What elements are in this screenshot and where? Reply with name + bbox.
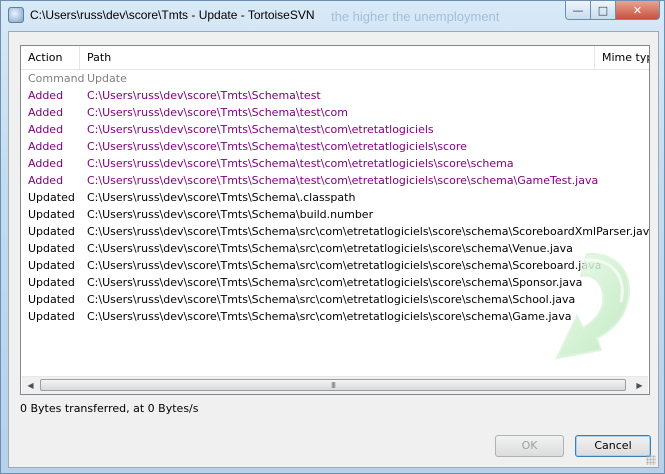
window-controls: — □ ✕ xyxy=(565,1,660,20)
row-action: Added xyxy=(28,123,64,136)
update-list[interactable]: Action Path Mime type CommandUpdateAdded… xyxy=(20,45,650,395)
window-title: C:\Users\russ\dev\score\Tmts - Update - … xyxy=(30,8,315,22)
row-path: C:\Users\russ\dev\score\Tmts\Schema\.cla… xyxy=(87,191,356,204)
minimize-button[interactable]: — xyxy=(565,1,591,20)
row-action: Added xyxy=(28,106,64,119)
list-item[interactable]: Command Update xyxy=(21,70,649,87)
row-path: C:\Users\russ\dev\score\Tmts\Schema\test… xyxy=(87,157,514,170)
list-item[interactable]: Added C:\Users\russ\dev\score\Tmts\Schema… xyxy=(21,87,649,104)
maximize-button[interactable]: □ xyxy=(591,1,616,20)
transfer-status: 0 Bytes transferred, at 0 Bytes/s xyxy=(20,402,199,415)
ok-button[interactable]: OK xyxy=(495,435,564,457)
row-action: Updated xyxy=(28,242,75,255)
list-item[interactable]: Added C:\Users\russ\dev\score\Tmts\Schema… xyxy=(21,121,649,138)
row-path: C:\Users\russ\dev\score\Tmts\Schema\src\… xyxy=(87,276,583,289)
dialog-client: Action Path Mime type CommandUpdateAdded… xyxy=(8,31,659,468)
row-path: C:\Users\russ\dev\score\Tmts\Schema\test… xyxy=(87,123,434,136)
scrollbar-thumb[interactable]: III xyxy=(40,379,626,391)
list-item[interactable]: Added C:\Users\russ\dev\score\Tmts\Schema… xyxy=(21,104,649,121)
title-bar[interactable]: C:\Users\russ\dev\score\Tmts - Update - … xyxy=(1,1,665,31)
list-item[interactable]: Added C:\Users\russ\dev\score\Tmts\Schema… xyxy=(21,155,649,172)
list-item[interactable]: Updated C:\Users\russ\dev\score\Tmts\Sche… xyxy=(21,189,649,206)
row-action: Updated xyxy=(28,293,75,306)
row-action: Updated xyxy=(28,276,75,289)
row-path: C:\Users\russ\dev\score\Tmts\Schema\src\… xyxy=(87,259,602,272)
row-path: C:\Users\russ\dev\score\Tmts\Schema\src\… xyxy=(87,310,572,323)
row-action: Updated xyxy=(28,208,75,221)
scroll-right-icon[interactable]: ▶ xyxy=(631,377,648,394)
row-path: C:\Users\russ\dev\score\Tmts\Schema\src\… xyxy=(87,293,576,306)
row-path: C:\Users\russ\dev\score\Tmts\Schema\src\… xyxy=(87,242,573,255)
row-path: C:\Users\russ\dev\score\Tmts\Schema\src\… xyxy=(87,225,650,238)
row-path: C:\Users\russ\dev\score\Tmts\Schema\test… xyxy=(87,140,467,153)
resize-grip-icon[interactable] xyxy=(646,455,656,465)
row-action: Updated xyxy=(28,310,75,323)
column-header-mime-type[interactable]: Mime type xyxy=(595,46,649,69)
row-action: Updated xyxy=(28,225,75,238)
row-path: C:\Users\russ\dev\score\Tmts\Schema\test… xyxy=(87,174,599,187)
list-item[interactable]: Updated C:\Users\russ\dev\score\Tmts\Sche… xyxy=(21,206,649,223)
row-action: Added xyxy=(28,89,64,102)
row-action: Updated xyxy=(28,259,75,272)
row-action: Added xyxy=(28,157,64,170)
horizontal-scrollbar[interactable]: ◀ III ▶ xyxy=(22,376,648,394)
row-action: Added xyxy=(28,174,64,187)
row-path: C:\Users\russ\dev\score\Tmts\Schema\test… xyxy=(87,106,348,119)
row-action: Added xyxy=(28,140,64,153)
close-button[interactable]: ✕ xyxy=(616,1,660,20)
row-action: Command xyxy=(28,72,85,85)
cancel-button[interactable]: Cancel xyxy=(575,435,651,457)
column-header-path[interactable]: Path xyxy=(80,46,595,69)
row-path: C:\Users\russ\dev\score\Tmts\Schema\test xyxy=(87,89,321,102)
list-header: Action Path Mime type xyxy=(21,46,649,70)
column-header-action[interactable]: Action xyxy=(21,46,80,69)
list-item[interactable]: Updated C:\Users\russ\dev\score\Tmts\Sche… xyxy=(21,223,650,240)
row-action: Updated xyxy=(28,191,75,204)
window-frame: C:\Users\russ\dev\score\Tmts - Update - … xyxy=(0,0,665,474)
list-item[interactable]: Added C:\Users\russ\dev\score\Tmts\Schema… xyxy=(21,172,649,189)
scroll-left-icon[interactable]: ◀ xyxy=(22,377,39,394)
background-window-text: the higher the unemployment xyxy=(331,9,500,24)
update-arrow-icon xyxy=(555,252,630,360)
list-item[interactable]: Added C:\Users\russ\dev\score\Tmts\Schema… xyxy=(21,138,649,155)
row-path: C:\Users\russ\dev\score\Tmts\Schema\buil… xyxy=(87,208,374,221)
row-path: Update xyxy=(87,72,127,85)
tortoisesvn-icon[interactable] xyxy=(8,7,24,23)
